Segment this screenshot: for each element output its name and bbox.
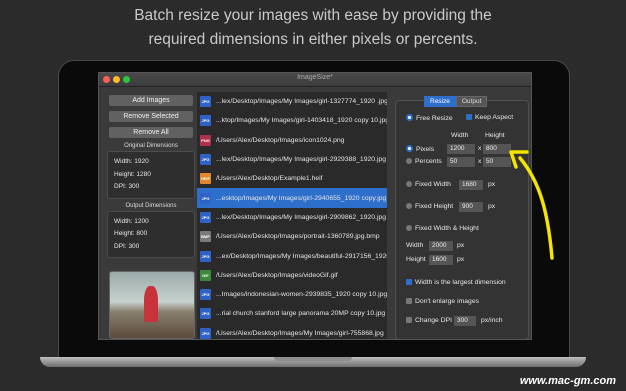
highlight-arrow [509, 150, 554, 260]
arrow-shaft [518, 156, 554, 260]
watermark: www.mac-gm.com [519, 375, 616, 387]
